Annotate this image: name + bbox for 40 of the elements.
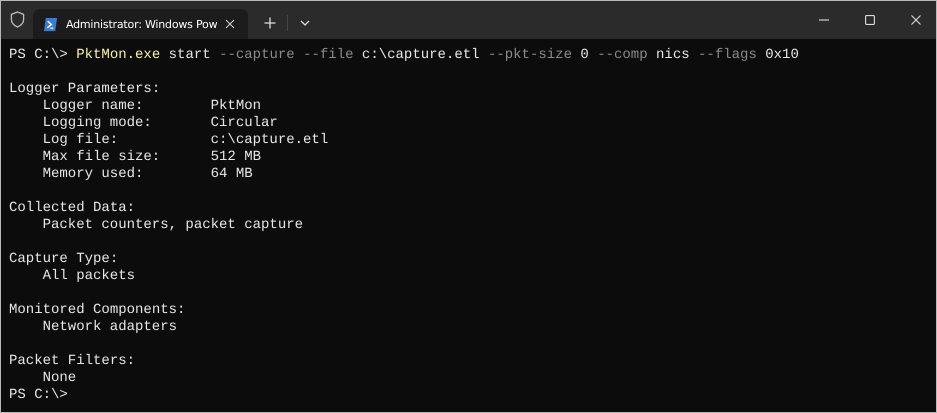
field-value: PktMon	[210, 98, 262, 114]
prompt: PS C:\>	[9, 387, 68, 403]
section-heading: Logger Parameters:	[9, 81, 160, 97]
field-label: Logging mode:	[42, 115, 153, 132]
close-icon[interactable]	[911, 15, 921, 25]
command-token: --pkt-size	[488, 47, 572, 63]
field-value: 512 MB	[210, 149, 262, 165]
field-label: Logger name:	[42, 98, 144, 115]
command-token: --comp	[597, 47, 648, 63]
field-label: Memory used:	[42, 166, 144, 183]
command-token: 0	[580, 47, 589, 63]
output-line: None	[42, 370, 76, 386]
command-token: --flags	[698, 47, 757, 63]
section-heading: Monitored Components:	[9, 302, 186, 318]
maximize-icon[interactable]	[865, 15, 875, 25]
output-line: Network adapters	[42, 319, 178, 335]
section-heading: Capture Type:	[9, 251, 118, 267]
field-label: Log file:	[42, 132, 120, 149]
section-heading: Collected Data:	[9, 200, 136, 216]
shield-icon[interactable]	[10, 11, 25, 28]
command-token: --capture	[219, 47, 295, 63]
field-value: c:\capture.etl	[210, 132, 328, 148]
command-token: --file	[303, 47, 354, 63]
field-value: 64 MB	[210, 166, 253, 182]
new-tab-icon[interactable]	[264, 17, 276, 29]
close-icon[interactable]	[225, 19, 236, 29]
prompt: PS C:\>	[9, 47, 68, 63]
section-heading: Packet Filters:	[9, 353, 136, 369]
command-token: c:\capture.etl	[362, 47, 480, 63]
command-token: start	[168, 47, 211, 63]
command-token: nics	[656, 47, 690, 63]
command-token: PktMon.exe	[76, 47, 160, 63]
powershell-icon	[43, 16, 58, 32]
field-value: Circular	[210, 115, 278, 131]
terminal-tab[interactable]: Administrator: Windows Pow	[33, 9, 248, 39]
command-token: 0x10	[765, 47, 799, 63]
dropdown-icon[interactable]	[300, 20, 310, 26]
output-line: All packets	[42, 268, 136, 284]
field-label: Max file size:	[42, 149, 162, 166]
output-line: Packet counters, packet capture	[42, 217, 304, 233]
